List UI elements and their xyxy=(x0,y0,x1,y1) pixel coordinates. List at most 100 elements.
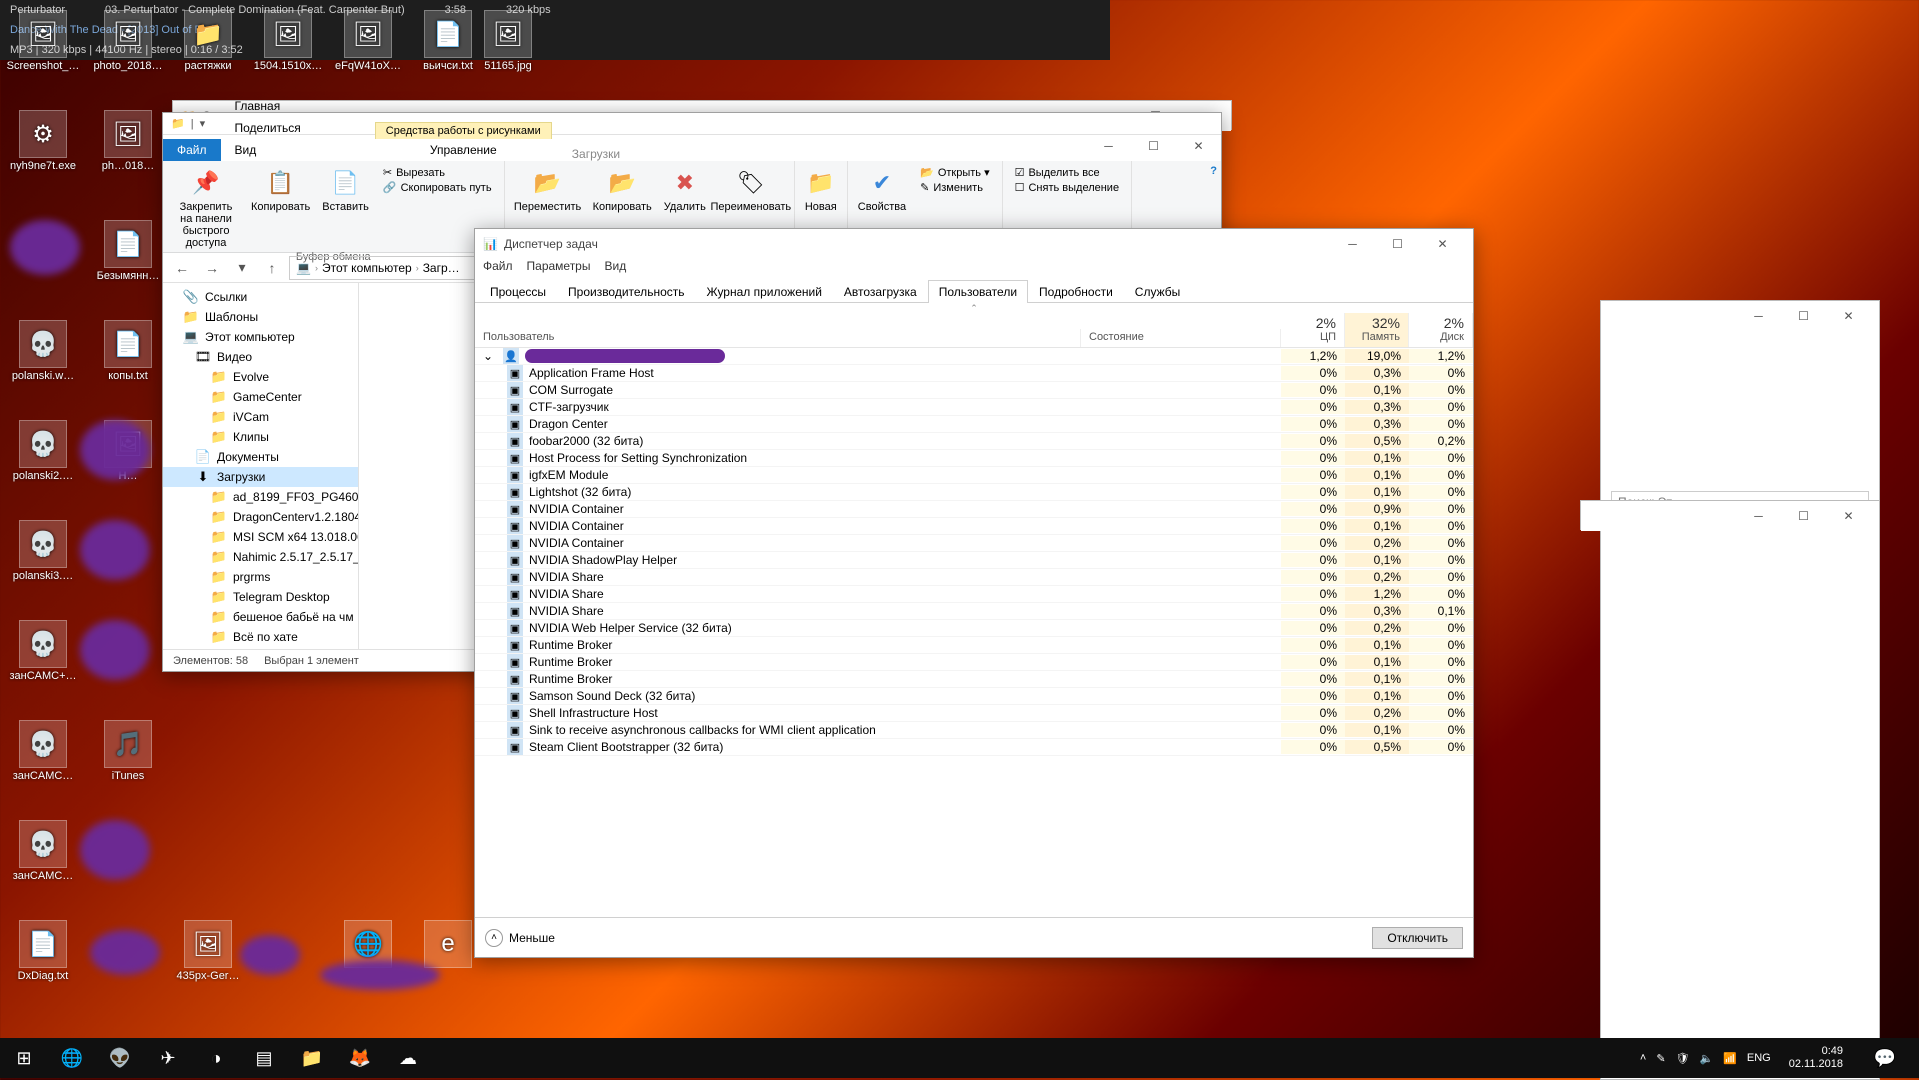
desktop-icon[interactable]: 💀занCAMC… xyxy=(5,720,81,782)
desktop-icon[interactable]: 🖼51165.jpg xyxy=(470,10,546,72)
close-button[interactable]: ✕ xyxy=(1826,501,1871,531)
process-row[interactable]: ▣NVIDIA Container0%0,1%0% xyxy=(475,518,1473,535)
col-disk[interactable]: 2%Диск xyxy=(1409,313,1473,347)
ribbon-tab[interactable]: Вид xyxy=(221,139,315,161)
rename-button[interactable]: 🏷Переименовать xyxy=(716,165,786,215)
tray-icon[interactable]: ✎ xyxy=(1656,1052,1665,1065)
taskbar-app[interactable]: ✈ xyxy=(144,1038,192,1078)
copy-to-button[interactable]: 📂Копировать xyxy=(591,165,654,215)
col-user[interactable]: Пользователь xyxy=(475,329,1081,347)
col-cpu[interactable]: 2%ЦП xyxy=(1281,313,1345,347)
process-row[interactable]: ▣Sink to receive asynchronous callbacks … xyxy=(475,722,1473,739)
minimize-button[interactable]: ─ xyxy=(1736,501,1781,531)
desktop-icon[interactable]: 📄копы.txt xyxy=(90,320,166,382)
desktop-icon[interactable]: 💀polanski2.… xyxy=(5,420,81,482)
nav-item[interactable]: 📁prgrms xyxy=(163,567,358,587)
process-row[interactable]: ▣Application Frame Host0%0,3%0% xyxy=(475,365,1473,382)
process-row[interactable]: ▣Lightshot (32 бита)0%0,1%0% xyxy=(475,484,1473,501)
taskbar-app[interactable]: ▤ xyxy=(240,1038,288,1078)
tab[interactable]: Подробности xyxy=(1028,280,1124,303)
desktop-icon[interactable]: 📁растяжки xyxy=(170,10,246,72)
nav-item[interactable]: 🎞Видео xyxy=(163,347,358,367)
user-row[interactable]: ⌄👤1,2%19,0%1,2% xyxy=(475,348,1473,365)
tray-icon[interactable]: 📶 xyxy=(1723,1052,1737,1065)
tray-icon[interactable]: 🔈 xyxy=(1700,1052,1714,1065)
crumb-this-pc[interactable]: Этот компьютер xyxy=(322,261,412,275)
tab[interactable]: Производительность xyxy=(557,280,695,303)
taskbar-app[interactable]: 🌐 xyxy=(48,1038,96,1078)
desktop-icon[interactable]: 🖼eFqW41oX… xyxy=(330,10,406,72)
taskbar-app[interactable]: 🦊 xyxy=(336,1038,384,1078)
minimize-button[interactable]: ─ xyxy=(1736,301,1781,331)
tray-icon[interactable]: 🛡 xyxy=(1676,1052,1690,1065)
taskbar-app[interactable]: ◑ xyxy=(192,1038,240,1078)
desktop-icon[interactable]: 📄DxDiag.txt xyxy=(5,920,81,982)
cut-button[interactable]: ✂Вырезать xyxy=(379,165,496,180)
nav-item[interactable]: 📎Ссылки xyxy=(163,287,358,307)
expand-icon[interactable]: ⌄ xyxy=(483,349,497,363)
recent-button[interactable]: ▾ xyxy=(229,255,255,281)
manage-tab[interactable]: Управление xyxy=(416,139,511,161)
taskbar-app[interactable]: 👽 xyxy=(96,1038,144,1078)
desktop-icon[interactable]: 🎵iTunes xyxy=(90,720,166,782)
close-button[interactable]: ✕ xyxy=(1826,301,1871,331)
ribbon-tab[interactable]: Главная xyxy=(221,95,315,117)
open-button[interactable]: 📂Открыть ▾ xyxy=(916,165,993,180)
minimize-button[interactable]: ─ xyxy=(1086,131,1131,161)
copy-path-button[interactable]: 🔗Скопировать путь xyxy=(379,180,496,195)
col-status[interactable]: Состояние xyxy=(1081,329,1281,347)
process-row[interactable]: ▣COM Surrogate0%0,1%0% xyxy=(475,382,1473,399)
copy-button[interactable]: 📋Копировать xyxy=(249,165,312,251)
nav-item[interactable]: 📁Клипы xyxy=(163,427,358,447)
desktop-icon[interactable]: 📄Безымянн… xyxy=(90,220,166,282)
desktop-icon[interactable]: 🖼photo_2018… xyxy=(90,10,166,72)
desktop-icon[interactable]: 🖼ph…018… xyxy=(90,110,166,172)
notifications-button[interactable]: 💬 xyxy=(1861,1038,1909,1078)
nav-item[interactable]: 📁iVCam xyxy=(163,407,358,427)
move-to-button[interactable]: 📂Переместить xyxy=(513,165,583,215)
menu-item[interactable]: Файл xyxy=(483,259,513,279)
maximize-button[interactable]: ☐ xyxy=(1375,229,1420,259)
maximize-button[interactable]: ☐ xyxy=(1781,501,1826,531)
process-row[interactable]: ▣Host Process for Setting Synchronizatio… xyxy=(475,450,1473,467)
nav-item[interactable]: 📁Nahimic 2.5.17_2.5.17_0xd45459 xyxy=(163,547,358,567)
process-row[interactable]: ▣Runtime Broker0%0,1%0% xyxy=(475,654,1473,671)
process-row[interactable]: ▣NVIDIA Share0%0,2%0% xyxy=(475,569,1473,586)
process-row[interactable]: ▣Shell Infrastructure Host0%0,2%0% xyxy=(475,705,1473,722)
process-row[interactable]: ▣Runtime Broker0%0,1%0% xyxy=(475,637,1473,654)
pin-button[interactable]: 📌Закрепить на панели быстрого доступа xyxy=(171,165,241,251)
up-button[interactable]: ↑ xyxy=(259,255,285,281)
crumb-downloads[interactable]: Загр… xyxy=(423,261,460,275)
maximize-button[interactable]: ☐ xyxy=(1781,301,1826,331)
tab[interactable]: Журнал приложений xyxy=(696,280,833,303)
nav-item[interactable]: 💻Этот компьютер xyxy=(163,327,358,347)
close-button[interactable]: ✕ xyxy=(1176,131,1221,161)
process-row[interactable]: ▣CTF-загрузчик0%0,3%0% xyxy=(475,399,1473,416)
delete-button[interactable]: ✖Удалить xyxy=(662,165,708,215)
process-row[interactable]: ▣NVIDIA Share0%1,2%0% xyxy=(475,586,1473,603)
tab[interactable]: Процессы xyxy=(479,280,557,303)
close-button[interactable]: ✕ xyxy=(1420,229,1465,259)
desktop-icon[interactable]: 💀polanski.w… xyxy=(5,320,81,382)
menu-item[interactable]: Параметры xyxy=(527,259,591,279)
desktop-icon[interactable]: 🖼1504.1510x… xyxy=(250,10,326,72)
clock[interactable]: 0:49 02.11.2018 xyxy=(1781,1045,1851,1071)
nav-item[interactable]: 📁Шаблоны xyxy=(163,307,358,327)
paste-button[interactable]: 📄Вставить xyxy=(320,165,371,251)
taskbar-app[interactable]: ☁ xyxy=(384,1038,432,1078)
process-row[interactable]: ▣igfxEM Module0%0,1%0% xyxy=(475,467,1473,484)
nav-item[interactable]: ⬇Загрузки xyxy=(163,467,358,487)
nav-item[interactable]: 📁Evolve xyxy=(163,367,358,387)
nav-item[interactable]: 📁Telegram Desktop xyxy=(163,587,358,607)
desktop-icon[interactable]: 🖼435px-Ger… xyxy=(170,920,246,982)
qat-dropdown-icon[interactable]: ▾ xyxy=(200,117,206,130)
back-button[interactable]: ← xyxy=(169,255,195,281)
nav-item[interactable]: 📄Документы xyxy=(163,447,358,467)
language-indicator[interactable]: ENG xyxy=(1747,1052,1771,1064)
maximize-button[interactable]: ☐ xyxy=(1131,131,1176,161)
ribbon-tab[interactable]: Поделиться xyxy=(221,117,315,139)
tab[interactable]: Службы xyxy=(1124,280,1191,303)
process-row[interactable]: ▣Steam Client Bootstrapper (32 бита)0%0,… xyxy=(475,739,1473,756)
desktop-icon[interactable]: 💀polanski3.… xyxy=(5,520,81,582)
process-row[interactable]: ▣Runtime Broker0%0,1%0% xyxy=(475,671,1473,688)
